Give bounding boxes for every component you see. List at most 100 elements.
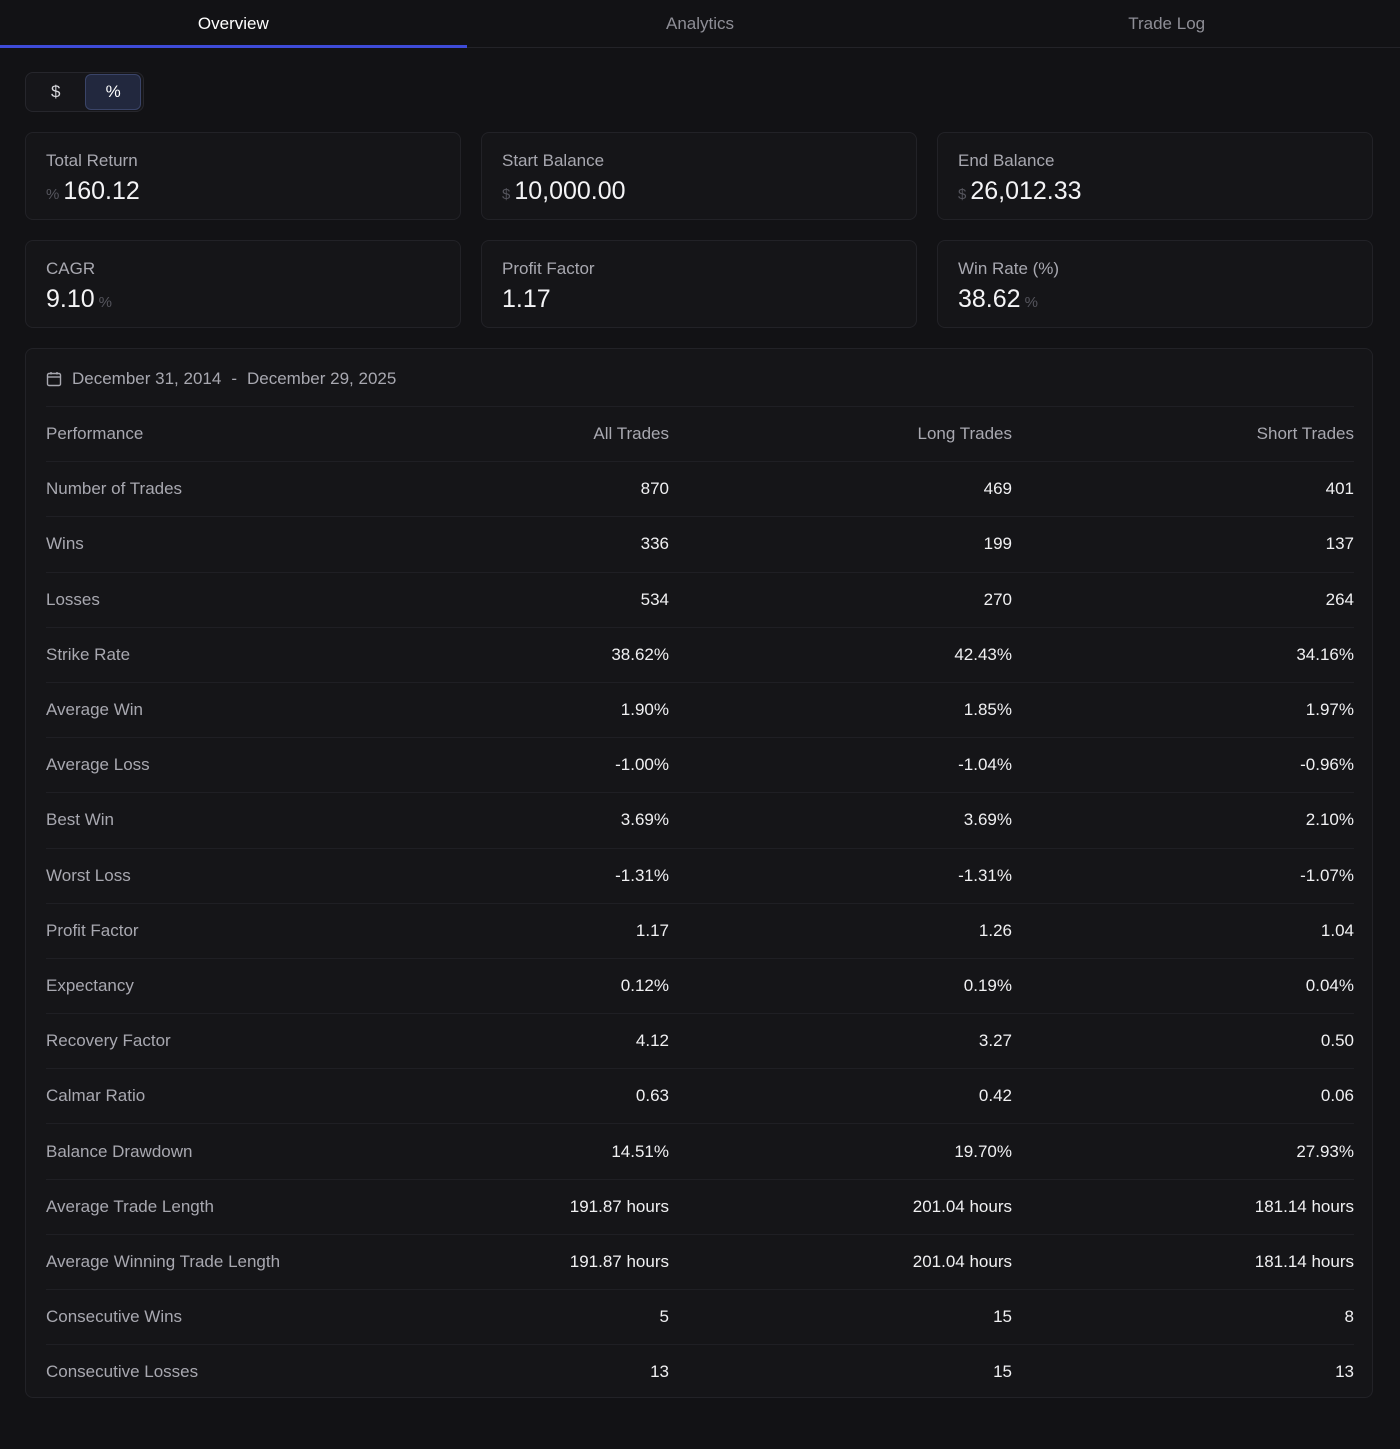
long-trades-value: 270 <box>983 589 1012 609</box>
card-value-row: 9.10 % <box>46 285 440 314</box>
all-trades-value: 0.12% <box>620 975 669 995</box>
date-start: December 31, 2014 <box>72 369 222 388</box>
all-trades-value: 191.87 hours <box>569 1251 669 1271</box>
tab-trade-log[interactable]: Trade Log <box>933 0 1400 47</box>
card-suffix: % <box>98 294 113 311</box>
row-metric-label: Calmar Ratio <box>46 1086 146 1106</box>
card-profit-factor: Profit Factor 1.17 <box>481 240 917 328</box>
card-label: CAGR <box>46 259 96 278</box>
all-trades-value: 191.87 hours <box>569 1196 669 1216</box>
card-label: Start Balance <box>502 151 605 170</box>
card-value-row: % 160.12 <box>46 177 440 206</box>
card-prefix: % <box>46 186 60 203</box>
long-trades-value: 1.85% <box>963 700 1012 720</box>
long-trades-value: 199 <box>983 534 1012 554</box>
long-trades-value: 3.27 <box>978 1031 1012 1051</box>
short-trades-value: -0.96% <box>1300 755 1354 775</box>
summary-cards: Total Return % 160.12 Start Balance $ 10… <box>25 132 1373 328</box>
short-trades-value: 1.97% <box>1305 700 1354 720</box>
all-trades-value: -1.31% <box>615 865 669 885</box>
long-trades-value: 1.26 <box>978 920 1012 940</box>
row-metric-label: Recovery Factor <box>46 1031 171 1051</box>
tab-analytics[interactable]: Analytics <box>467 0 934 47</box>
header-short-trades: Short Trades <box>1256 424 1354 444</box>
long-trades-value: 3.69% <box>963 810 1012 830</box>
long-trades-value: 201.04 hours <box>912 1196 1012 1216</box>
all-trades-value: 1.17 <box>635 920 669 940</box>
header-performance: Performance <box>46 424 144 444</box>
table-row: Best Win 3.69% 3.69% 2.10% <box>46 792 1354 847</box>
card-value: 1.17 <box>502 285 551 313</box>
card-start-balance: Start Balance $ 10,000.00 <box>481 132 917 220</box>
short-trades-value: 34.16% <box>1296 644 1354 664</box>
date-end: December 29, 2025 <box>247 369 397 388</box>
percent-toggle-button[interactable]: % <box>85 74 141 110</box>
card-win-rate: Win Rate (%) 38.62 % <box>937 240 1373 328</box>
calendar-icon <box>46 371 62 387</box>
table-row: Losses 534 270 264 <box>46 571 1354 627</box>
date-range[interactable]: December 31, 2014 - December 29, 2025 <box>46 367 396 391</box>
performance-table: Performance All Trades Long Trades Short… <box>46 406 1354 1399</box>
row-metric-label: Losses <box>46 589 100 609</box>
short-trades-value: 8 <box>1344 1307 1354 1327</box>
card-prefix: $ <box>502 186 511 203</box>
long-trades-value: 15 <box>993 1307 1012 1327</box>
card-label: Total Return <box>46 151 138 170</box>
all-trades-value: 336 <box>640 534 669 554</box>
short-trades-value: 1.04 <box>1320 920 1354 940</box>
table-row: Average Winning Trade Length 191.87 hours… <box>46 1233 1354 1289</box>
table-row: Balance Drawdown 14.51% 19.70% 27.93% <box>46 1123 1354 1178</box>
table-row: Average Win 1.90% 1.85% 1.97% <box>46 681 1354 737</box>
card-value: 26,012.33 <box>970 177 1082 205</box>
card-prefix: $ <box>958 186 967 203</box>
all-trades-value: 4.12 <box>635 1031 669 1051</box>
long-trades-value: 0.19% <box>963 975 1012 995</box>
performance-panel: December 31, 2014 - December 29, 2025 Pe… <box>25 348 1373 1398</box>
all-trades-value: 3.69% <box>620 810 669 830</box>
all-trades-value: 14.51% <box>611 1141 669 1161</box>
tab-overview[interactable]: Overview <box>0 0 467 48</box>
table-row: Average Loss -1.00% -1.04% -0.96% <box>46 737 1354 792</box>
long-trades-value: 19.70% <box>954 1141 1012 1161</box>
all-trades-value: 870 <box>640 479 669 499</box>
row-metric-label: Strike Rate <box>46 644 131 664</box>
short-trades-value: 2.10% <box>1305 810 1354 830</box>
card-value: 9.10 <box>46 285 95 313</box>
card-value-row: $ 26,012.33 <box>958 177 1352 206</box>
long-trades-value: 201.04 hours <box>912 1251 1012 1271</box>
all-trades-value: -1.00% <box>615 755 669 775</box>
long-trades-value: 469 <box>983 479 1012 499</box>
long-trades-value: -1.04% <box>958 755 1012 775</box>
short-trades-value: 137 <box>1325 534 1354 554</box>
card-value: 160.12 <box>63 177 140 205</box>
row-metric-label: Worst Loss <box>46 865 131 885</box>
card-value-row: 38.62 % <box>958 285 1352 314</box>
row-metric-label: Profit Factor <box>46 920 139 940</box>
all-trades-value: 5 <box>659 1307 669 1327</box>
date-separator: - <box>231 369 237 388</box>
table-row: Calmar Ratio 0.63 0.42 0.06 <box>46 1068 1354 1123</box>
short-trades-value: 264 <box>1325 589 1354 609</box>
row-metric-label: Average Trade Length <box>46 1196 214 1216</box>
short-trades-value: 27.93% <box>1296 1141 1354 1161</box>
card-end-balance: End Balance $ 26,012.33 <box>937 132 1373 220</box>
card-cagr: CAGR 9.10 % <box>25 240 461 328</box>
card-label: End Balance <box>958 151 1055 170</box>
table-row: Worst Loss -1.31% -1.31% -1.07% <box>46 847 1354 903</box>
card-total-return: Total Return % 160.12 <box>25 132 461 220</box>
row-metric-label: Consecutive Wins <box>46 1307 183 1327</box>
all-trades-value: 534 <box>640 589 669 609</box>
all-trades-value: 38.62% <box>611 644 669 664</box>
short-trades-value: 0.04% <box>1305 975 1354 995</box>
short-trades-value: 181.14 hours <box>1254 1196 1354 1216</box>
dollar-toggle-button[interactable]: $ <box>28 74 83 110</box>
row-metric-label: Expectancy <box>46 975 134 995</box>
row-metric-label: Number of Trades <box>46 479 183 499</box>
row-metric-label: Balance Drawdown <box>46 1141 193 1161</box>
card-suffix: % <box>1024 294 1038 311</box>
row-metric-label: Wins <box>46 534 84 554</box>
table-row: Recovery Factor 4.12 3.27 0.50 <box>46 1013 1354 1068</box>
all-trades-value: 13 <box>650 1362 669 1382</box>
card-value-row: 1.17 <box>502 285 896 314</box>
row-metric-label: Average Loss <box>46 755 150 775</box>
